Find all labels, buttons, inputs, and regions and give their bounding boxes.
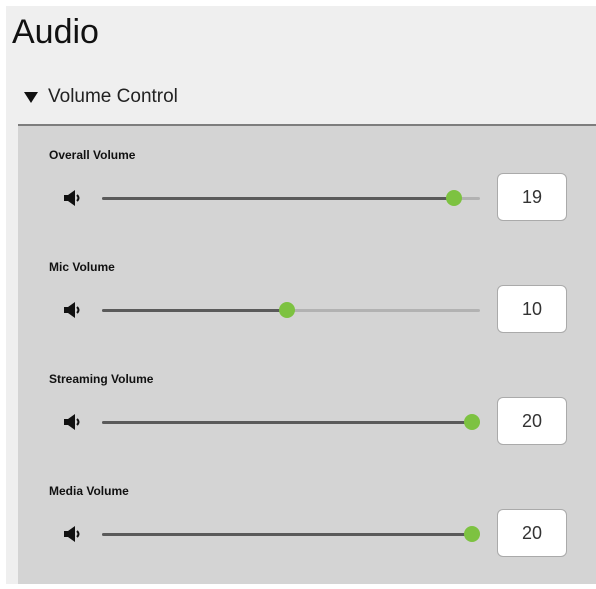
slider-fill — [102, 309, 287, 312]
slider-thumb[interactable] — [464, 526, 480, 542]
overall-volume-slider[interactable] — [102, 188, 480, 208]
streaming-volume-label: Streaming Volume — [49, 372, 154, 386]
mic-volume-label: Mic Volume — [49, 260, 115, 274]
volume-control-toggle[interactable]: Volume Control — [12, 70, 590, 124]
speaker-icon — [64, 414, 80, 430]
slider-thumb[interactable] — [446, 190, 462, 206]
page-title: Audio — [12, 13, 99, 51]
slider-fill — [102, 197, 454, 200]
overall-volume-input[interactable] — [497, 173, 567, 221]
media-volume-label: Media Volume — [49, 484, 129, 498]
volume-control-body: Overall Volume Mic Volume — [18, 126, 596, 584]
triangle-down-icon — [24, 91, 38, 103]
slider-thumb[interactable] — [464, 414, 480, 430]
streaming-volume-slider[interactable] — [102, 412, 480, 432]
section-label: Volume Control — [48, 86, 178, 107]
page: Audio Volume Control Overall Volume Mic … — [0, 0, 596, 589]
speaker-icon — [64, 526, 80, 542]
media-volume-control: Media Volume — [18, 484, 596, 584]
streaming-volume-input[interactable] — [497, 397, 567, 445]
slider-fill — [102, 421, 472, 424]
slider-fill — [102, 533, 472, 536]
speaker-icon — [64, 302, 80, 318]
overall-volume-control: Overall Volume — [18, 148, 596, 248]
speaker-icon — [64, 190, 80, 206]
media-volume-input[interactable] — [497, 509, 567, 557]
media-volume-slider[interactable] — [102, 524, 480, 544]
mic-volume-input[interactable] — [497, 285, 567, 333]
mic-volume-control: Mic Volume — [18, 260, 596, 360]
overall-volume-label: Overall Volume — [49, 148, 136, 162]
streaming-volume-control: Streaming Volume — [18, 372, 596, 472]
slider-thumb[interactable] — [279, 302, 295, 318]
mic-volume-slider[interactable] — [102, 300, 480, 320]
